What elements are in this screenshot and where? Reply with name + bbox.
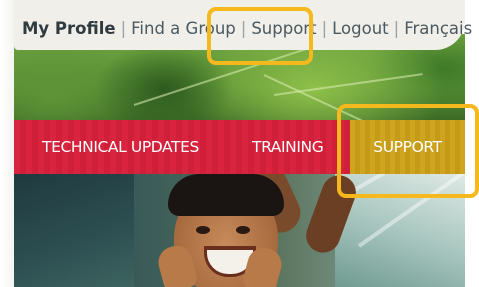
nav-support[interactable]: SUPPORT <box>350 120 465 174</box>
link-separator: | <box>120 18 127 38</box>
photo-eye <box>236 226 250 234</box>
page: My Profile | Find a Group | Support | Lo… <box>0 0 479 287</box>
leaf-vein <box>133 42 325 106</box>
utility-nav-bar: My Profile | Find a Group | Support | Lo… <box>14 0 472 50</box>
photo-eye <box>196 226 210 234</box>
page-edge <box>0 0 14 287</box>
find-a-group-link[interactable]: Find a Group <box>131 19 236 38</box>
main-nav-bar: TECHNICAL UPDATES TRAINING SUPPORT <box>14 120 465 174</box>
photo-boy-hair <box>168 174 284 216</box>
hero-photo-smiling-boy <box>14 174 465 287</box>
support-link[interactable]: Support <box>251 19 316 38</box>
my-profile-link[interactable]: My Profile <box>22 19 116 38</box>
link-separator: | <box>393 18 400 38</box>
link-separator: | <box>240 18 247 38</box>
nav-technical-updates[interactable]: TECHNICAL UPDATES <box>42 120 199 174</box>
utility-links: My Profile | Find a Group | Support | Lo… <box>22 14 472 42</box>
link-separator: | <box>321 18 328 38</box>
francais-link[interactable]: Français <box>404 19 472 38</box>
photo-dark-fabric <box>14 174 134 287</box>
leaf-vein <box>273 73 423 96</box>
logout-link[interactable]: Logout <box>332 19 389 38</box>
nav-training[interactable]: TRAINING <box>252 120 324 174</box>
